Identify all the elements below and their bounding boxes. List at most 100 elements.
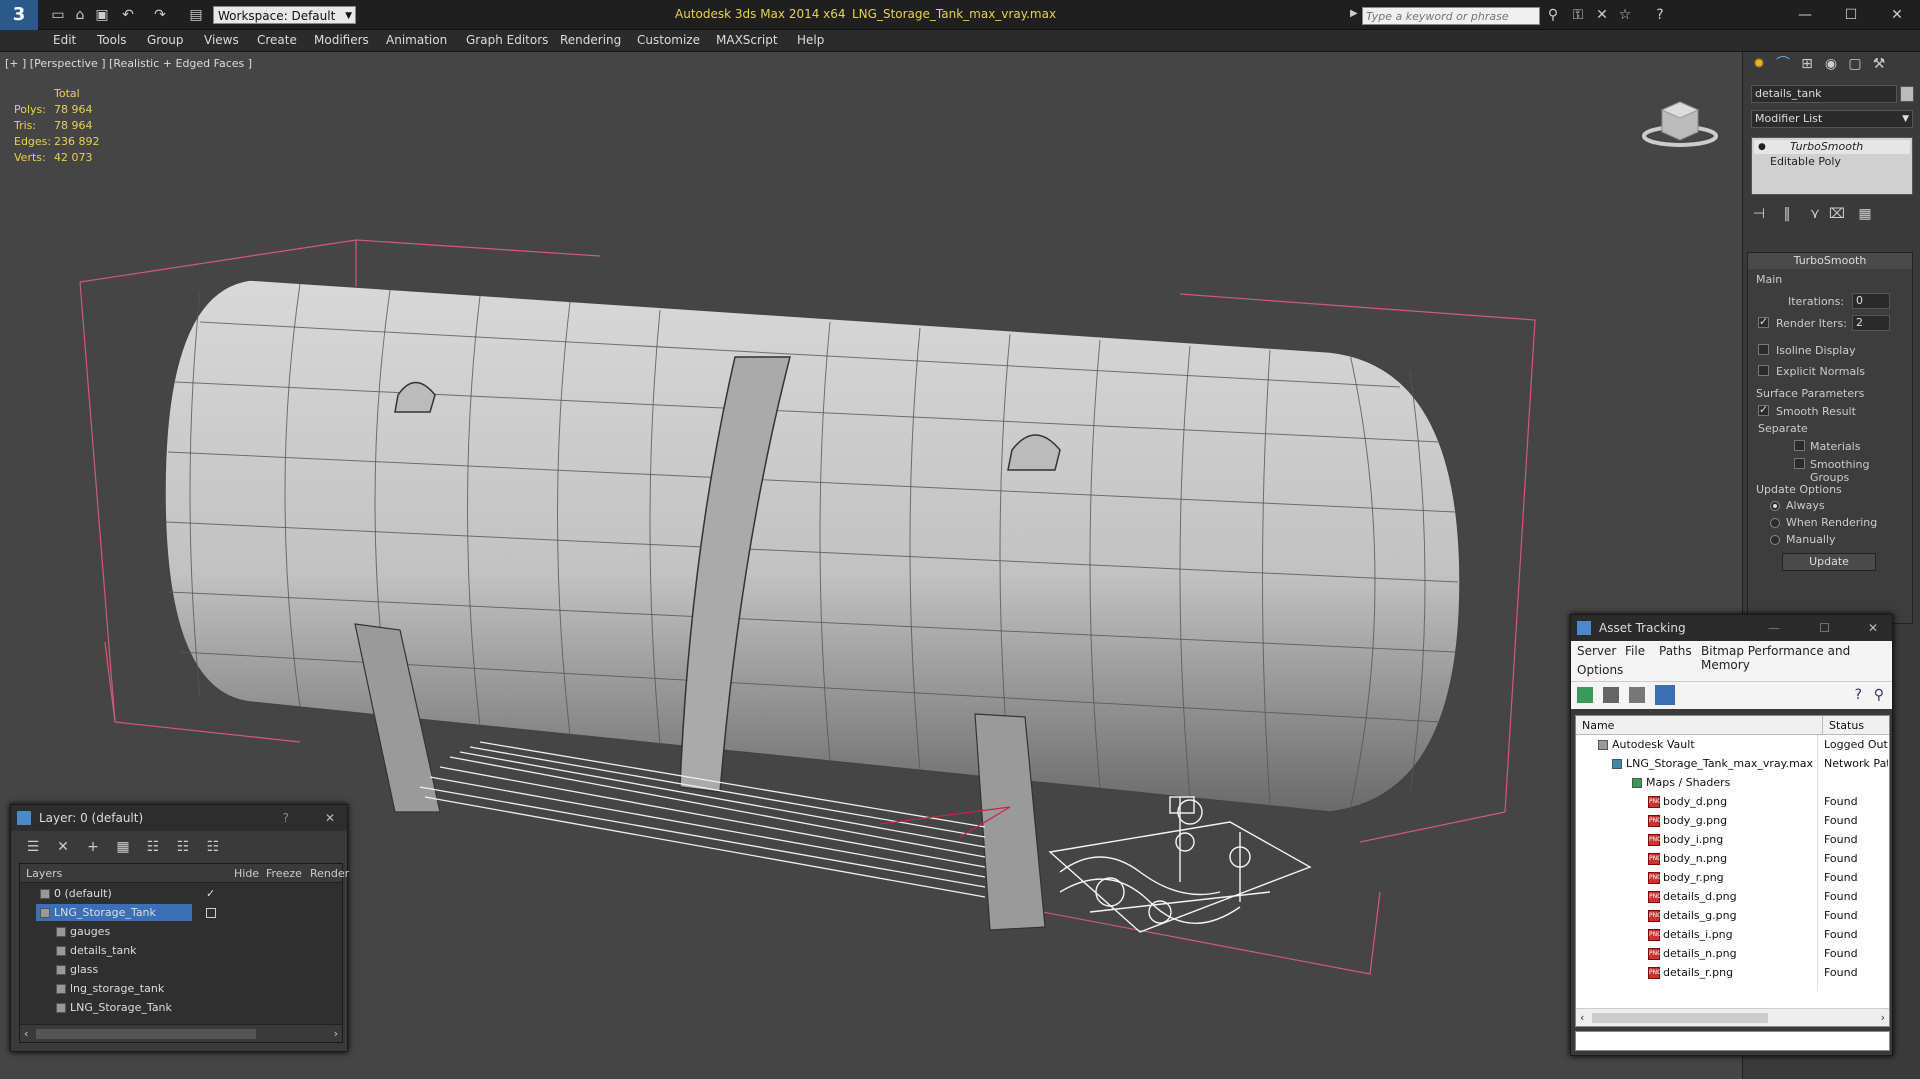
highlight-layer-icon[interactable]: ☷ [143, 837, 163, 857]
menu-options[interactable]: Options [1577, 663, 1623, 677]
scroll-thumb[interactable] [36, 1029, 256, 1039]
minimize-icon[interactable]: — [1768, 615, 1780, 641]
pin-icon[interactable]: ⚲ [1874, 687, 1884, 703]
layer-row[interactable]: LNG_Storage_Tank [20, 998, 342, 1017]
render-iters-spinner[interactable]: 2 [1852, 315, 1890, 331]
layer-row[interactable]: glass [20, 960, 342, 979]
help-icon[interactable]: ? [283, 805, 289, 831]
menu-tools[interactable]: Tools [97, 33, 127, 47]
stack-item-editable-poly[interactable]: Editable Poly [1754, 155, 1910, 169]
new-layer-icon[interactable]: ☰ [23, 837, 43, 857]
redo-icon[interactable]: ↷ [150, 5, 170, 25]
rollout-header[interactable]: TurboSmooth [1748, 253, 1912, 269]
when-rendering-radio[interactable] [1770, 518, 1780, 528]
current-layer-box-icon[interactable] [206, 908, 216, 918]
search-arrow-icon[interactable]: ▶ [1350, 8, 1358, 19]
workspace-dropdown[interactable]: Workspace: Default ▼ [213, 6, 356, 24]
menu-create[interactable]: Create [257, 33, 297, 47]
col-layers[interactable]: Layers [26, 867, 62, 880]
asset-path-field[interactable] [1575, 1031, 1890, 1051]
asset-row[interactable]: PNGbody_i.png Found [1576, 830, 1889, 849]
menu-edit[interactable]: Edit [53, 33, 76, 47]
col-name[interactable]: Name [1582, 716, 1614, 735]
menu-bitmap-performance[interactable]: Bitmap Performance and Memory [1701, 644, 1892, 672]
app-logo-icon[interactable]: 3 [0, 0, 38, 30]
new-file-icon[interactable]: ▭ [48, 5, 68, 25]
stack-item-turbosmooth[interactable]: ● TurboSmooth [1754, 140, 1910, 154]
layer-row[interactable]: lng_storage_tank [20, 979, 342, 998]
delete-layer-icon[interactable]: ✕ [53, 837, 73, 857]
asset-row[interactable]: PNGbody_g.png Found [1576, 811, 1889, 830]
binoculars-icon[interactable]: ⚲ [1543, 5, 1563, 25]
maximize-icon[interactable]: ☐ [1819, 615, 1830, 641]
lightbulb-icon[interactable]: ● [1758, 140, 1766, 154]
minimize-icon[interactable]: — [1782, 0, 1828, 30]
col-render[interactable]: Render [310, 867, 349, 880]
project-folder-icon[interactable]: ▤ [186, 5, 206, 25]
scroll-right-icon[interactable]: › [334, 1027, 338, 1040]
layer-row-selected[interactable]: LNG_Storage_Tank [20, 903, 342, 922]
menu-customize[interactable]: Customize [637, 33, 700, 47]
asset-tracking-titlebar[interactable]: Asset Tracking — ☐ ✕ [1571, 615, 1892, 641]
update-button[interactable]: Update [1782, 553, 1876, 571]
menu-server[interactable]: Server [1577, 644, 1616, 658]
menu-animation[interactable]: Animation [386, 33, 447, 47]
asset-row[interactable]: PNGdetails_d.png Found [1576, 887, 1889, 906]
smoothing-groups-checkbox[interactable] [1794, 458, 1805, 469]
help-icon[interactable]: ? [1650, 5, 1670, 25]
open-file-icon[interactable]: ⌂ [70, 5, 90, 25]
star-icon[interactable]: ☆ [1615, 5, 1635, 25]
layer-row[interactable]: details_tank [20, 941, 342, 960]
key-icon[interactable]: ⚿ [1568, 5, 1588, 25]
undo-icon[interactable]: ↶ [118, 5, 138, 25]
motion-tab-icon[interactable]: ◉ [1821, 54, 1841, 74]
scroll-right-icon[interactable]: › [1881, 1011, 1885, 1024]
pin-stack-icon[interactable]: ⊣ [1749, 204, 1769, 224]
select-in-layer-icon[interactable]: ▦ [113, 837, 133, 857]
col-hide[interactable]: Hide [234, 867, 259, 880]
show-end-result-icon[interactable]: ‖ [1777, 204, 1797, 224]
asset-row[interactable]: PNGbody_n.png Found [1576, 849, 1889, 868]
layer-explorer-titlebar[interactable]: Layer: 0 (default) ? ✕ [11, 805, 347, 831]
asset-row[interactable]: PNGdetails_n.png Found [1576, 944, 1889, 963]
object-name-field[interactable]: details_tank [1751, 85, 1897, 103]
menu-rendering[interactable]: Rendering [560, 33, 621, 47]
scroll-left-icon[interactable]: ‹ [1580, 1011, 1584, 1024]
materials-checkbox[interactable] [1794, 440, 1805, 451]
col-status[interactable]: Status [1822, 716, 1889, 735]
menu-help[interactable]: Help [797, 33, 824, 47]
col-freeze[interactable]: Freeze [266, 867, 302, 880]
search-input[interactable] [1362, 7, 1540, 25]
display-tab-icon[interactable]: ▢ [1845, 54, 1865, 74]
menu-graph-editors[interactable]: Graph Editors [466, 33, 548, 47]
menu-maxscript[interactable]: MAXScript [716, 33, 778, 47]
asset-row[interactable]: PNGdetails_r.png Found [1576, 963, 1889, 982]
scroll-left-icon[interactable]: ‹ [24, 1027, 28, 1040]
menu-modifiers[interactable]: Modifiers [314, 33, 369, 47]
refresh-icon[interactable] [1577, 687, 1593, 703]
create-tab-icon[interactable]: ✹ [1749, 54, 1769, 74]
modifier-list-dropdown[interactable]: Modifier List ▼ [1751, 110, 1913, 128]
manually-radio[interactable] [1770, 535, 1780, 545]
asset-row[interactable]: PNGbody_d.png Found [1576, 792, 1889, 811]
remove-modifier-icon[interactable]: ⌧ [1827, 204, 1847, 224]
menu-group[interactable]: Group [147, 33, 184, 47]
add-to-layer-icon[interactable]: + [83, 837, 103, 857]
layer-row[interactable]: 0 (default) ✓ [20, 884, 342, 903]
menu-paths[interactable]: Paths [1659, 644, 1692, 658]
explicit-normals-checkbox[interactable] [1758, 365, 1769, 376]
isoline-checkbox[interactable] [1758, 344, 1769, 355]
render-iters-checkbox[interactable] [1758, 315, 1769, 328]
hide-all-layers-icon[interactable]: ☷ [173, 837, 193, 857]
asset-row[interactable]: PNGbody_r.png Found [1576, 868, 1889, 887]
layer-row[interactable]: gauges [20, 922, 342, 941]
configure-sets-icon[interactable]: ▦ [1855, 204, 1875, 224]
utilities-tab-icon[interactable]: ⚒ [1869, 54, 1889, 74]
close-icon[interactable]: ✕ [325, 805, 335, 831]
tools-icon[interactable]: ✕ [1592, 5, 1612, 25]
asset-horizontal-scrollbar[interactable]: ‹ › [1576, 1008, 1889, 1026]
scroll-thumb[interactable] [1592, 1013, 1768, 1023]
freeze-all-layers-icon[interactable]: ☷ [203, 837, 223, 857]
asset-row[interactable]: Autodesk Vault Logged Out [1576, 735, 1889, 754]
make-unique-icon[interactable]: ⋎ [1805, 204, 1825, 224]
